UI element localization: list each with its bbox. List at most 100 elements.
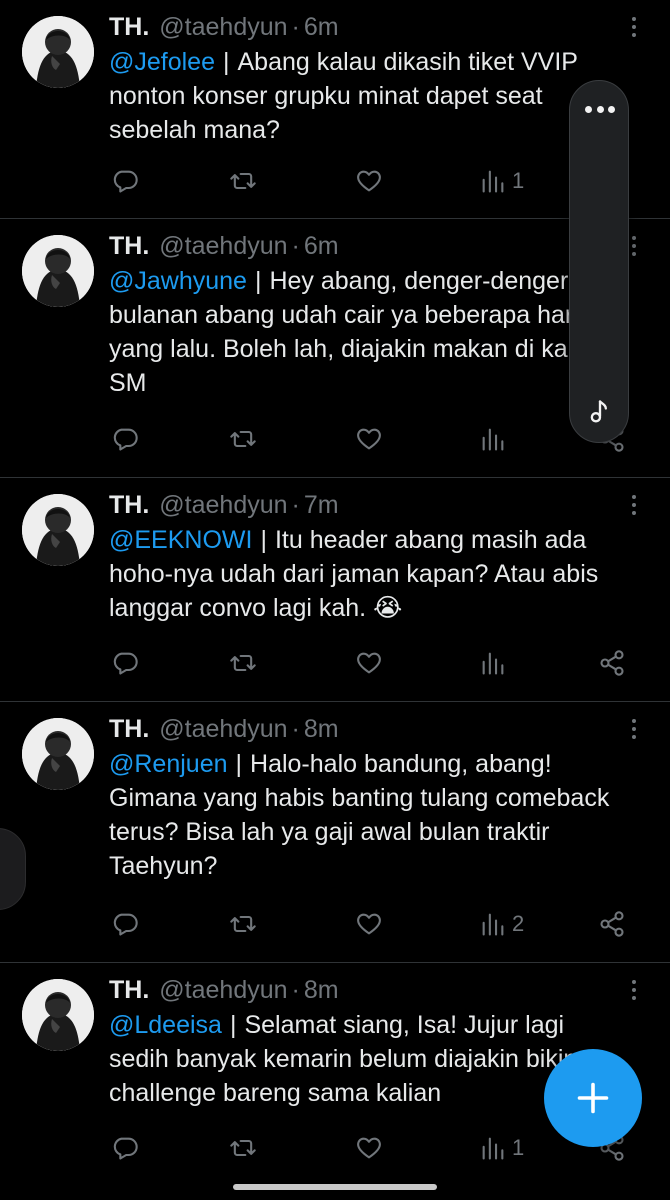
separator: | — [254, 267, 262, 295]
reply-button[interactable] — [111, 424, 139, 454]
tweet-text: @Renjuen | Halo-halo bandung, abang! Giman… — [109, 747, 630, 883]
reply-button[interactable] — [111, 648, 139, 678]
views-count: 2 — [512, 911, 525, 936]
compose-button[interactable] — [544, 1049, 642, 1147]
mention-link[interactable]: @EEKNOWI — [109, 526, 252, 554]
action-bar — [0, 640, 670, 690]
meta-dot: · — [291, 491, 300, 519]
retweet-icon — [230, 654, 256, 672]
retweet-button[interactable] — [229, 909, 257, 939]
reply-icon — [113, 652, 138, 675]
retweet-icon — [230, 430, 256, 448]
retweet-icon — [230, 172, 256, 190]
retweet-icon — [230, 915, 256, 933]
views-button[interactable]: 1 — [479, 1133, 524, 1163]
views-icon — [482, 652, 504, 675]
meta-dot: · — [291, 976, 300, 1004]
tweet-text: @EEKNOWI | Itu header abang masih ada hoho… — [109, 523, 630, 625]
retweet-button[interactable] — [229, 648, 257, 678]
timestamp[interactable]: 8m — [304, 973, 339, 1007]
like-icon — [357, 913, 381, 935]
mention-link[interactable]: @Jawhyune — [109, 267, 247, 295]
meta-dot: · — [291, 715, 300, 743]
timestamp[interactable]: 6m — [304, 229, 339, 263]
more-options-icon[interactable] — [624, 975, 644, 1005]
reply-button[interactable] — [111, 166, 139, 196]
action-bar: 2 — [0, 901, 670, 951]
reply-icon — [113, 913, 138, 936]
share-button[interactable] — [598, 909, 626, 939]
like-button[interactable] — [355, 166, 383, 196]
user-handle[interactable]: @taehdyun — [159, 10, 287, 44]
views-button[interactable]: 1 — [479, 166, 524, 196]
tweet[interactable]: TH. @taehdyun · 7m @EEKNOWI | Itu header a… — [0, 478, 670, 702]
user-handle[interactable]: @taehdyun — [159, 973, 287, 1007]
separator: | — [260, 526, 267, 554]
like-icon — [357, 652, 381, 674]
retweet-button[interactable] — [229, 166, 257, 196]
retweet-button[interactable] — [229, 424, 257, 454]
user-handle[interactable]: @taehdyun — [159, 229, 287, 263]
views-icon — [482, 1137, 504, 1160]
avatar[interactable] — [22, 16, 94, 88]
reply-button[interactable] — [111, 1133, 139, 1163]
retweet-icon — [230, 1139, 256, 1157]
views-button[interactable] — [479, 424, 512, 454]
meta-dot: · — [291, 232, 300, 260]
more-options-icon[interactable] — [624, 714, 644, 744]
timestamp[interactable]: 8m — [304, 712, 339, 746]
display-name[interactable]: TH. — [109, 229, 149, 263]
display-name[interactable]: TH. — [109, 712, 149, 746]
like-icon — [357, 428, 381, 450]
tweet[interactable]: TH. @taehdyun · 8m @Renjuen | Halo-halo ba… — [0, 702, 670, 963]
tweet-text: @Jefolee | Abang kalau dikasih tiket VVIP … — [109, 45, 630, 147]
views-count: 1 — [512, 168, 525, 193]
views-button[interactable]: 2 — [479, 909, 524, 939]
more-options-icon[interactable] — [624, 12, 644, 42]
avatar[interactable] — [22, 979, 94, 1051]
reply-icon — [113, 428, 138, 451]
display-name[interactable]: TH. — [109, 10, 149, 44]
share-icon — [600, 650, 624, 676]
mention-link[interactable]: @Ldeeisa — [109, 1011, 222, 1039]
separator: | — [235, 750, 243, 778]
like-icon — [357, 170, 381, 192]
action-bar — [0, 416, 670, 466]
views-icon — [482, 913, 504, 936]
user-handle[interactable]: @taehdyun — [159, 712, 287, 746]
timestamp[interactable]: 6m — [304, 10, 339, 44]
avatar[interactable] — [22, 235, 94, 307]
reply-icon — [113, 170, 138, 193]
panel-menu-icon[interactable] — [585, 103, 615, 115]
more-options-icon[interactable] — [624, 490, 644, 520]
like-button[interactable] — [355, 1133, 383, 1163]
views-icon — [482, 428, 504, 451]
like-button[interactable] — [355, 424, 383, 454]
avatar[interactable] — [22, 494, 94, 566]
retweet-button[interactable] — [229, 1133, 257, 1163]
share-button[interactable] — [598, 648, 626, 678]
mention-link[interactable]: @Jefolee — [109, 48, 215, 76]
floating-side-panel[interactable] — [569, 80, 629, 443]
reply-icon — [113, 1137, 138, 1160]
music-note-icon[interactable] — [586, 398, 614, 426]
display-name[interactable]: TH. — [109, 973, 149, 1007]
home-indicator-bar[interactable] — [233, 1184, 437, 1190]
reply-button[interactable] — [111, 909, 139, 939]
compose-plus-icon — [577, 1082, 609, 1114]
avatar[interactable] — [22, 718, 94, 790]
share-icon — [600, 911, 624, 937]
meta-dot: · — [291, 13, 300, 41]
like-button[interactable] — [355, 648, 383, 678]
views-icon — [482, 170, 504, 193]
user-handle[interactable]: @taehdyun — [159, 488, 287, 522]
views-button[interactable] — [479, 648, 512, 678]
mention-link[interactable]: @Renjuen — [109, 750, 228, 778]
separator: | — [223, 48, 230, 76]
like-icon — [357, 1137, 381, 1159]
timestamp[interactable]: 7m — [304, 488, 339, 522]
views-count: 1 — [512, 1135, 525, 1160]
display-name[interactable]: TH. — [109, 488, 149, 522]
separator: | — [229, 1011, 237, 1039]
like-button[interactable] — [355, 909, 383, 939]
